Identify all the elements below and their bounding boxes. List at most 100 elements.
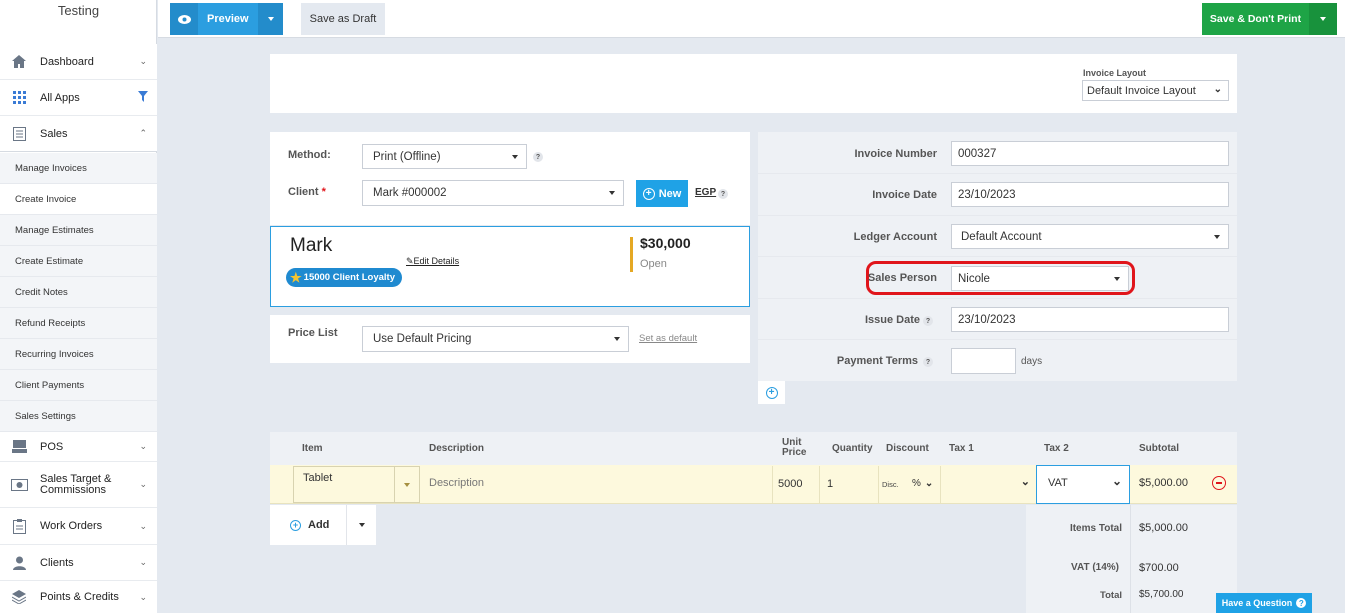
description-input[interactable]: Description: [420, 466, 773, 503]
column-header-discount: Discount: [886, 443, 929, 454]
sidebar-item-sales-target[interactable]: Sales Target & Commissions ⌄: [0, 462, 157, 508]
sidebar-subitem-recurring-invoices[interactable]: Recurring Invoices: [0, 339, 157, 370]
caret-down-icon: [267, 17, 274, 21]
column-header-quantity: Quantity: [832, 443, 873, 454]
price-list-value: Use Default Pricing: [373, 333, 472, 345]
item-dropdown[interactable]: [395, 466, 420, 503]
loyalty-label: 15000 Client Loyalty: [303, 272, 396, 283]
sidebar-subitem-create-estimate[interactable]: Create Estimate: [0, 246, 157, 277]
payment-terms-unit: days: [1021, 356, 1043, 367]
question-icon: ?: [1296, 598, 1307, 608]
caret-down-icon: [1214, 234, 1220, 239]
invoice-number-input[interactable]: 000327: [951, 141, 1229, 166]
issue-date-value: 23/10/2023: [958, 313, 1016, 326]
help-icon[interactable]: ?: [533, 152, 543, 162]
sidebar-subitem-manage-estimates[interactable]: Manage Estimates: [0, 215, 157, 246]
work-orders-icon: [10, 517, 28, 535]
help-icon[interactable]: ?: [923, 316, 933, 326]
price-list-select[interactable]: Use Default Pricing: [362, 326, 629, 352]
caret-down-icon: [1114, 276, 1120, 281]
preview-dropdown-button[interactable]: [258, 3, 283, 35]
sidebar-item-label: All Apps: [40, 91, 80, 104]
column-header-item: Item: [302, 443, 323, 454]
client-select[interactable]: Mark #000002: [362, 180, 624, 206]
client-label: Client *: [288, 186, 326, 198]
preview-label: Preview: [207, 13, 249, 25]
caret-down-icon: [609, 191, 615, 195]
invoice-number-value: 000327: [958, 147, 997, 160]
invoice-date-input[interactable]: 23/10/2023: [951, 182, 1229, 207]
quantity-input[interactable]: 1: [822, 466, 879, 503]
chevron-down-icon: ⌄: [1213, 84, 1222, 95]
sidebar-item-clients[interactable]: Clients ⌄: [0, 545, 157, 581]
remove-row-icon[interactable]: [1212, 476, 1226, 490]
sidebar-item-work-orders[interactable]: Work Orders ⌄: [0, 508, 157, 545]
sidebar-item-all-apps[interactable]: All Apps: [0, 80, 157, 116]
issue-date-input[interactable]: 23/10/2023: [951, 307, 1229, 332]
item-value: Tablet: [303, 472, 333, 484]
sidebar-subitem-create-invoice[interactable]: Create Invoice: [0, 184, 157, 215]
save-dropdown-button[interactable]: [1309, 3, 1337, 35]
add-item-button[interactable]: + Add: [270, 505, 346, 545]
sidebar-item-sales[interactable]: Sales ⌃: [0, 116, 157, 152]
help-icon[interactable]: ?: [718, 189, 728, 199]
set-default-link[interactable]: Set as default: [639, 333, 697, 344]
sidebar-subitem-credit-notes[interactable]: Credit Notes: [0, 277, 157, 308]
row-subtotal: $5,000.00: [1139, 477, 1188, 489]
unit-price-input[interactable]: 5000: [773, 466, 820, 503]
total-value: $5,700.00: [1139, 589, 1184, 600]
caret-down-icon: [512, 154, 518, 159]
add-item-dropdown[interactable]: [346, 505, 376, 545]
have-a-question-button[interactable]: Have a Question ?: [1216, 593, 1312, 613]
column-header-tax2: Tax 2: [1044, 443, 1069, 454]
sidebar-item-dashboard[interactable]: Dashboard ⌄: [0, 44, 157, 80]
caret-down-icon: [1320, 17, 1326, 21]
client-value: Mark #000002: [373, 187, 447, 199]
sidebar-item-label: Sales Target & Commissions: [40, 473, 111, 496]
column-header-description: Description: [429, 443, 485, 454]
sidebar-subitem-refund-receipts[interactable]: Refund Receipts: [0, 308, 157, 339]
client-label-text: Client: [288, 186, 319, 198]
payment-terms-input[interactable]: [951, 348, 1016, 374]
invoice-layout-select[interactable]: Default Invoice Layout ⌄: [1082, 80, 1229, 101]
sidebar-subitem-sales-settings[interactable]: Sales Settings: [0, 401, 157, 432]
sales-person-select[interactable]: Nicole: [951, 266, 1129, 291]
chevron-down-icon: ⌄: [1020, 476, 1030, 488]
invoice-number-label: Invoice Number: [854, 148, 937, 160]
ledger-account-value: Default Account: [961, 230, 1042, 243]
help-icon[interactable]: ?: [923, 357, 933, 367]
sidebar: Testing Dashboard ⌄ All Apps Sales ⌃ Man…: [0, 0, 157, 613]
brand-title: Testing: [57, 3, 100, 18]
add-field-button[interactable]: +: [758, 381, 785, 404]
item-input[interactable]: Tablet: [293, 466, 395, 503]
caret-down-icon: [358, 523, 365, 527]
save-draft-button[interactable]: Save as Draft: [301, 3, 385, 35]
edit-details-link[interactable]: ✎Edit Details: [406, 256, 459, 267]
method-select[interactable]: Print (Offline): [362, 144, 527, 169]
caret-down-icon: [614, 337, 620, 341]
balance-status: Open: [640, 258, 667, 270]
sidebar-item-points-credits[interactable]: Points & Credits ⌄: [0, 581, 157, 613]
invoice-date-label: Invoice Date: [872, 189, 937, 201]
save-dont-print-button[interactable]: Save & Don't Print: [1202, 3, 1309, 35]
sidebar-subitem-client-payments[interactable]: Client Payments: [0, 370, 157, 401]
required-mark: *: [321, 186, 326, 198]
discount-type-select[interactable]: % ⌄: [909, 466, 941, 503]
new-client-label: New: [658, 187, 682, 200]
filter-icon[interactable]: [138, 91, 148, 105]
sidebar-item-pos[interactable]: POS ⌄: [0, 432, 157, 462]
currency-link[interactable]: EGP: [695, 187, 716, 198]
new-client-button[interactable]: + New: [636, 180, 688, 207]
discount-input[interactable]: Disc.: [879, 466, 909, 503]
grid-icon: [10, 89, 28, 107]
tax2-select[interactable]: VAT ⌄: [1036, 465, 1130, 504]
ledger-account-select[interactable]: Default Account: [951, 224, 1229, 249]
clients-icon: [10, 554, 28, 572]
tax1-select[interactable]: ⌄: [941, 466, 1036, 503]
sidebar-subitem-manage-invoices[interactable]: Manage Invoices: [0, 153, 157, 184]
invoice-layout-label: Invoice Layout: [1083, 68, 1147, 78]
sidebar-item-label: Clients: [40, 556, 74, 569]
invoice-layout-value: Default Invoice Layout: [1087, 84, 1196, 97]
chevron-down-icon: ⌄: [1111, 474, 1122, 488]
sidebar-item-label: Dashboard: [40, 55, 94, 68]
